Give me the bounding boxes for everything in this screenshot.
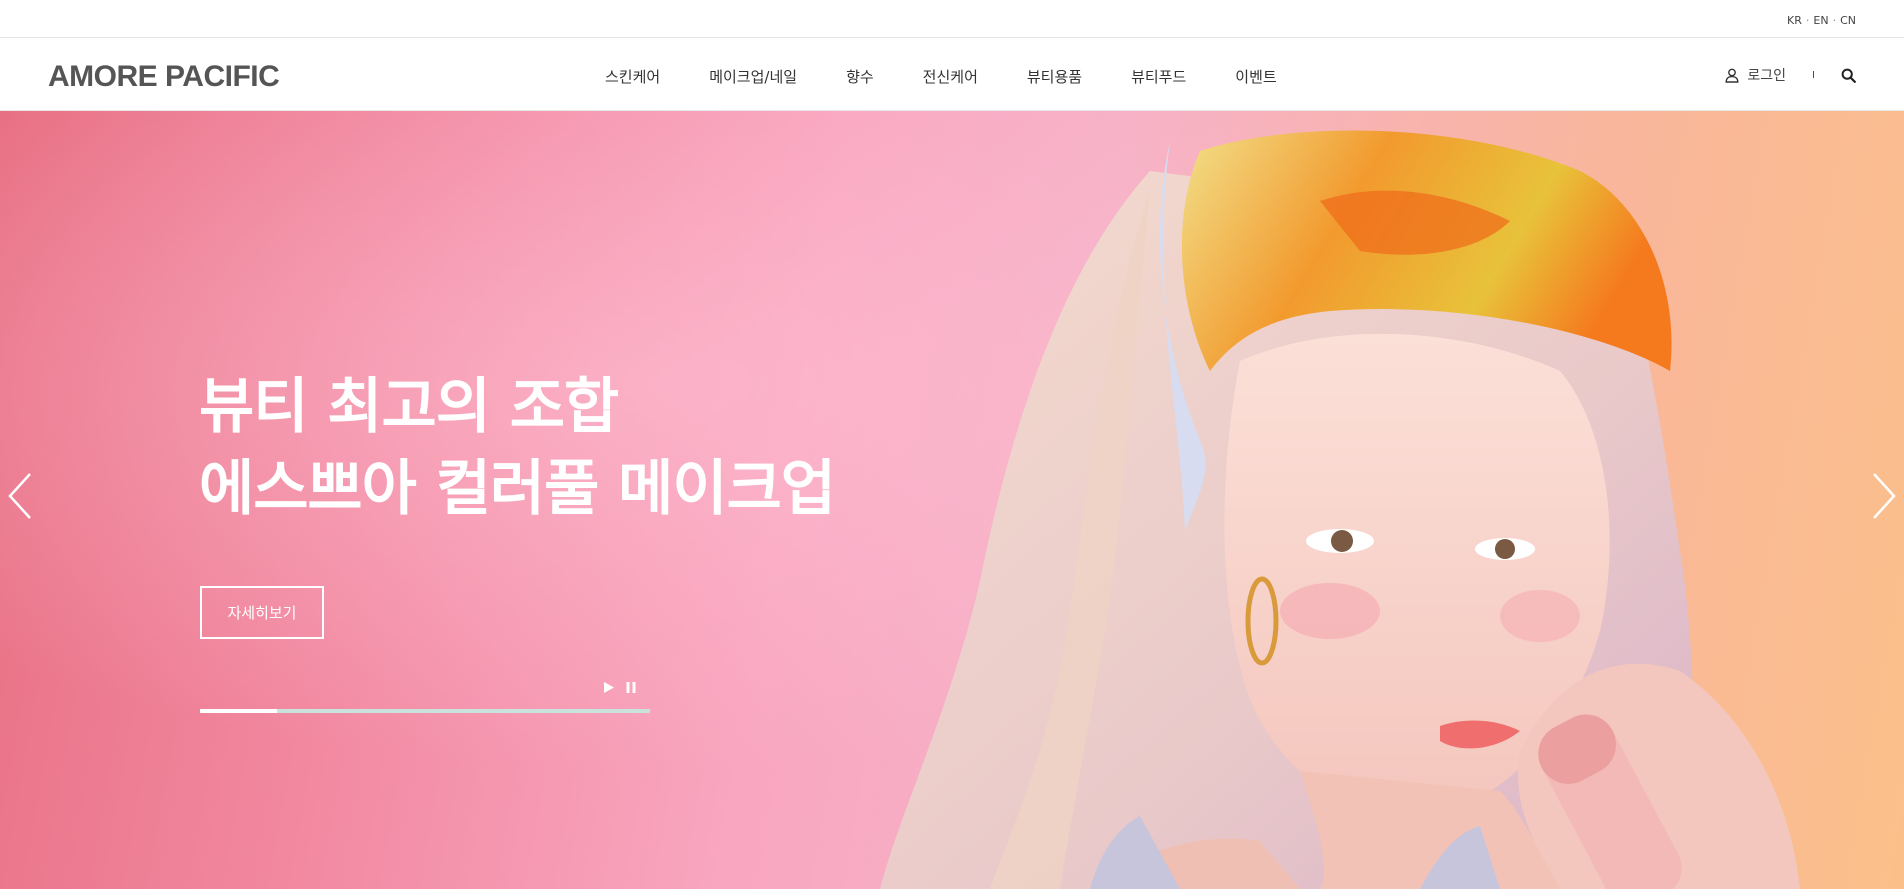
lang-separator: ·	[1832, 14, 1837, 27]
nav-item-beauty-tools[interactable]: 뷰티용품	[1027, 66, 1082, 87]
slide-controls	[602, 679, 637, 698]
language-selector: KR · EN · CN	[1787, 14, 1856, 27]
nav-item-bodycare[interactable]: 전신케어	[923, 66, 978, 87]
user-icon	[1725, 68, 1739, 83]
search-icon	[1841, 68, 1856, 83]
hero-title-line1: 뷰티 최고의 조합	[199, 372, 619, 442]
pause-icon	[626, 682, 636, 693]
header-utilities: 로그인 I	[1725, 65, 1856, 85]
login-link[interactable]: 로그인	[1725, 65, 1786, 85]
nav-item-skincare[interactable]: 스킨케어	[605, 66, 660, 87]
hero-title-line2: 에스쁘아 컬러풀 메이크업	[199, 454, 836, 524]
slide-progress-fill	[200, 709, 277, 713]
view-details-button[interactable]: 자세히보기	[200, 586, 324, 639]
hero-banner: 뷰티 최고의 조합 에스쁘아 컬러풀 메이크업 자세히보기	[0, 111, 1904, 889]
hero-title: 뷰티 최고의 조합 에스쁘아 컬러풀 메이크업	[199, 366, 836, 530]
main-nav: 스킨케어 메이크업/네일 향수 전신케어 뷰티용품 뷰티푸드 이벤트	[605, 66, 1326, 87]
brand-logo[interactable]: AMORE PACIFIC	[48, 60, 280, 94]
lang-cn[interactable]: CN	[1840, 14, 1856, 27]
top-utility-bar: KR · EN · CN	[0, 0, 1904, 38]
nav-item-perfume[interactable]: 향수	[846, 66, 874, 87]
slide-progress-track	[200, 709, 650, 713]
nav-item-makeup-nail[interactable]: 메이크업/네일	[709, 66, 797, 87]
next-slide-button[interactable]	[1864, 466, 1904, 526]
lang-kr[interactable]: KR	[1787, 14, 1802, 27]
search-button[interactable]	[1841, 68, 1856, 83]
play-icon	[604, 682, 614, 693]
nav-item-beauty-food[interactable]: 뷰티푸드	[1131, 66, 1186, 87]
lang-separator: ·	[1805, 14, 1810, 27]
login-label: 로그인	[1747, 68, 1787, 84]
nav-item-event[interactable]: 이벤트	[1235, 66, 1276, 87]
chevron-right-icon	[1873, 473, 1896, 519]
utility-divider: I	[1812, 69, 1815, 81]
play-button[interactable]	[602, 679, 615, 698]
pause-button[interactable]	[625, 679, 637, 698]
chevron-left-icon	[8, 473, 31, 519]
prev-slide-button[interactable]	[0, 466, 40, 526]
site-header: AMORE PACIFIC 스킨케어 메이크업/네일 향수 전신케어 뷰티용품 …	[0, 38, 1904, 111]
lang-en[interactable]: EN	[1813, 14, 1828, 27]
